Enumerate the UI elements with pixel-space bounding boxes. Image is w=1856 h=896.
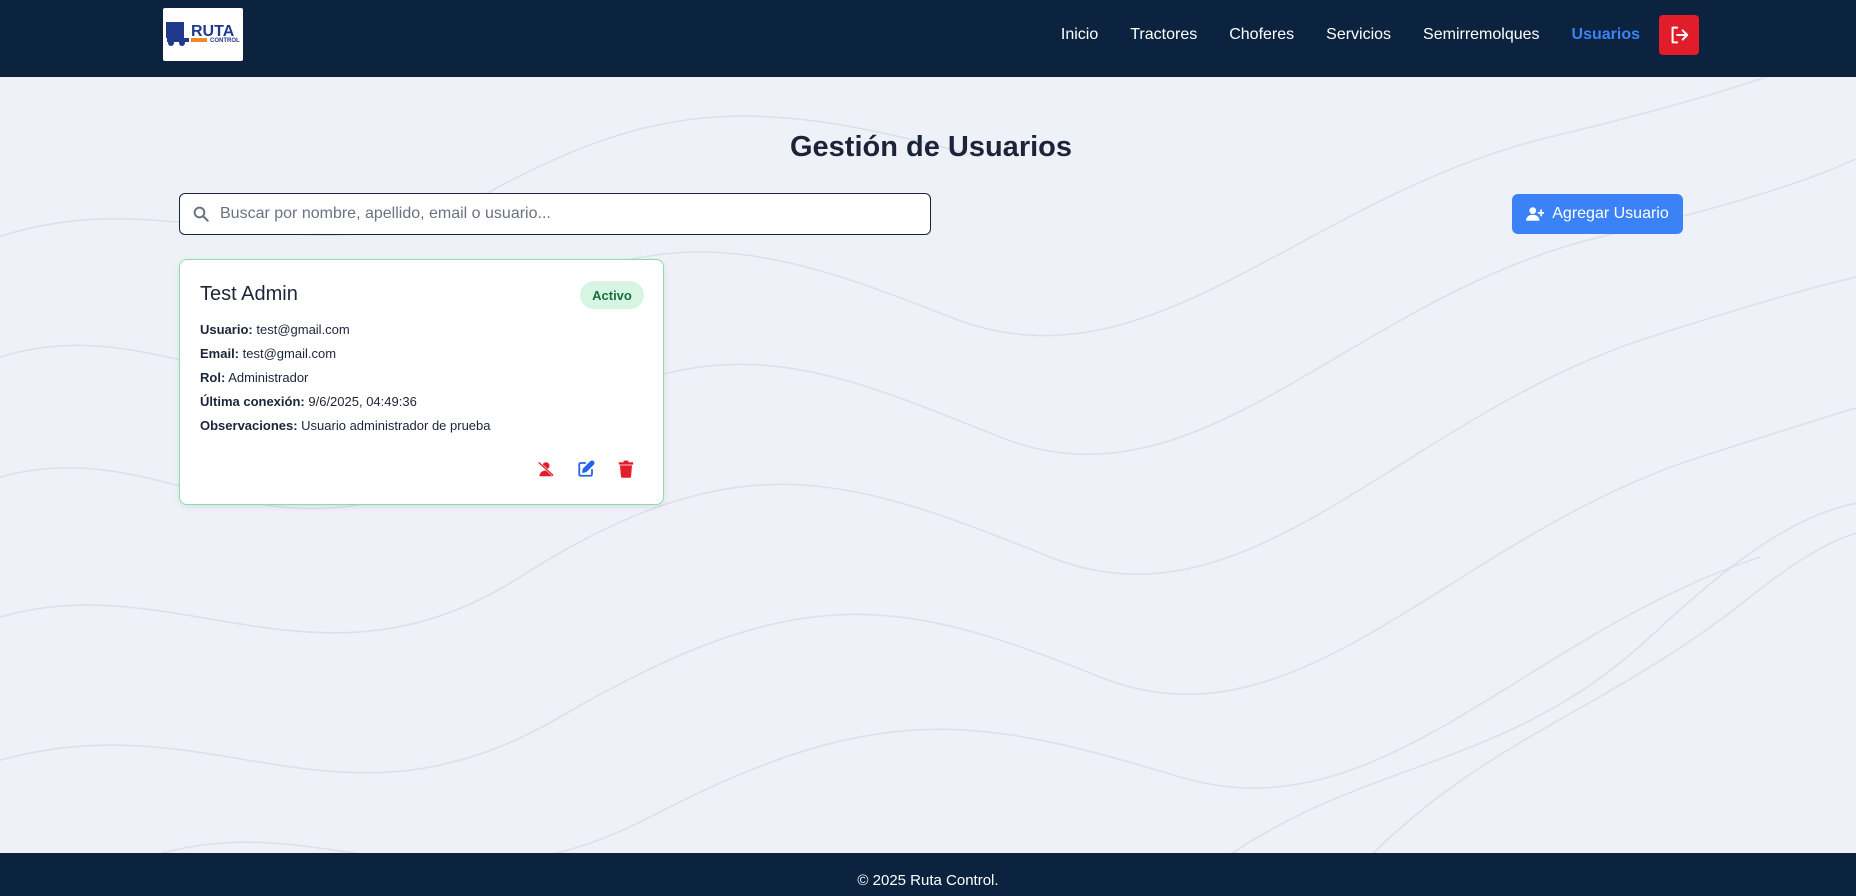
user-name: Test Admin [200,283,298,305]
card-actions [536,459,636,479]
trash-icon [618,460,634,478]
field-email-value: test@gmail.com [242,346,337,361]
nav-item-inicio[interactable]: Inicio [1061,26,1098,44]
field-observaciones-label: Observaciones: [200,418,298,433]
footer-copyright: © 2025 Ruta Control. [857,872,999,889]
svg-text:CONTROL: CONTROL [210,38,240,44]
main-nav: Inicio Tractores Choferes Servicios Semi… [1029,0,1640,70]
add-user-button[interactable]: Agregar Usuario [1512,194,1683,234]
search-icon [193,206,209,222]
nav-item-tractores[interactable]: Tractores [1130,26,1197,44]
nav-item-choferes[interactable]: Choferes [1229,26,1294,44]
search-input[interactable] [220,194,920,234]
top-navbar: RUTA CONTROL Inicio Tractores Choferes S… [0,0,1856,77]
field-ultima-conexion-value: 9/6/2025, 04:49:36 [308,394,417,409]
nav-item-semirremolques[interactable]: Semirremolques [1423,26,1539,44]
field-rol-value: Administrador [228,370,309,385]
footer: © 2025 Ruta Control. [0,853,1856,896]
field-observaciones-value: Usuario administrador de prueba [301,418,491,433]
field-ultima-conexion-label: Última conexión: [200,394,305,409]
page-title: Gestión de Usuarios [789,131,1072,163]
edit-icon [578,460,595,477]
logout-button[interactable] [1659,15,1699,55]
add-user-button-label: Agregar Usuario [1552,205,1669,222]
field-email-label: Email: [200,346,240,361]
edit-user-button[interactable] [576,459,596,479]
field-observaciones: Observaciones: Usuario administrador de … [200,416,491,440]
status-badge: Activo [580,281,644,309]
deactivate-user-button[interactable] [536,459,556,479]
field-rol-label: Rol: [200,370,226,385]
user-details: Usuario: test@gmail.com Email: test@gmai… [200,320,491,440]
logout-icon [1671,26,1689,44]
user-card: Test Admin Activo Usuario: test@gmail.co… [179,259,664,505]
field-usuario-label: Usuario: [200,322,253,337]
field-rol: Rol: Administrador [200,368,491,392]
field-usuario-value: test@gmail.com [256,322,350,337]
field-ultima-conexion: Última conexión: 9/6/2025, 04:49:36 [200,392,491,416]
user-slash-icon [537,461,555,477]
nav-item-servicios[interactable]: Servicios [1326,26,1391,44]
user-plus-icon [1526,207,1545,221]
field-usuario: Usuario: test@gmail.com [200,320,491,344]
nav-item-usuarios[interactable]: Usuarios [1572,26,1640,44]
ruta-control-logo[interactable]: RUTA CONTROL [163,8,243,61]
field-email: Email: test@gmail.com [200,344,491,368]
search-bar [179,193,931,235]
delete-user-button[interactable] [616,459,636,479]
